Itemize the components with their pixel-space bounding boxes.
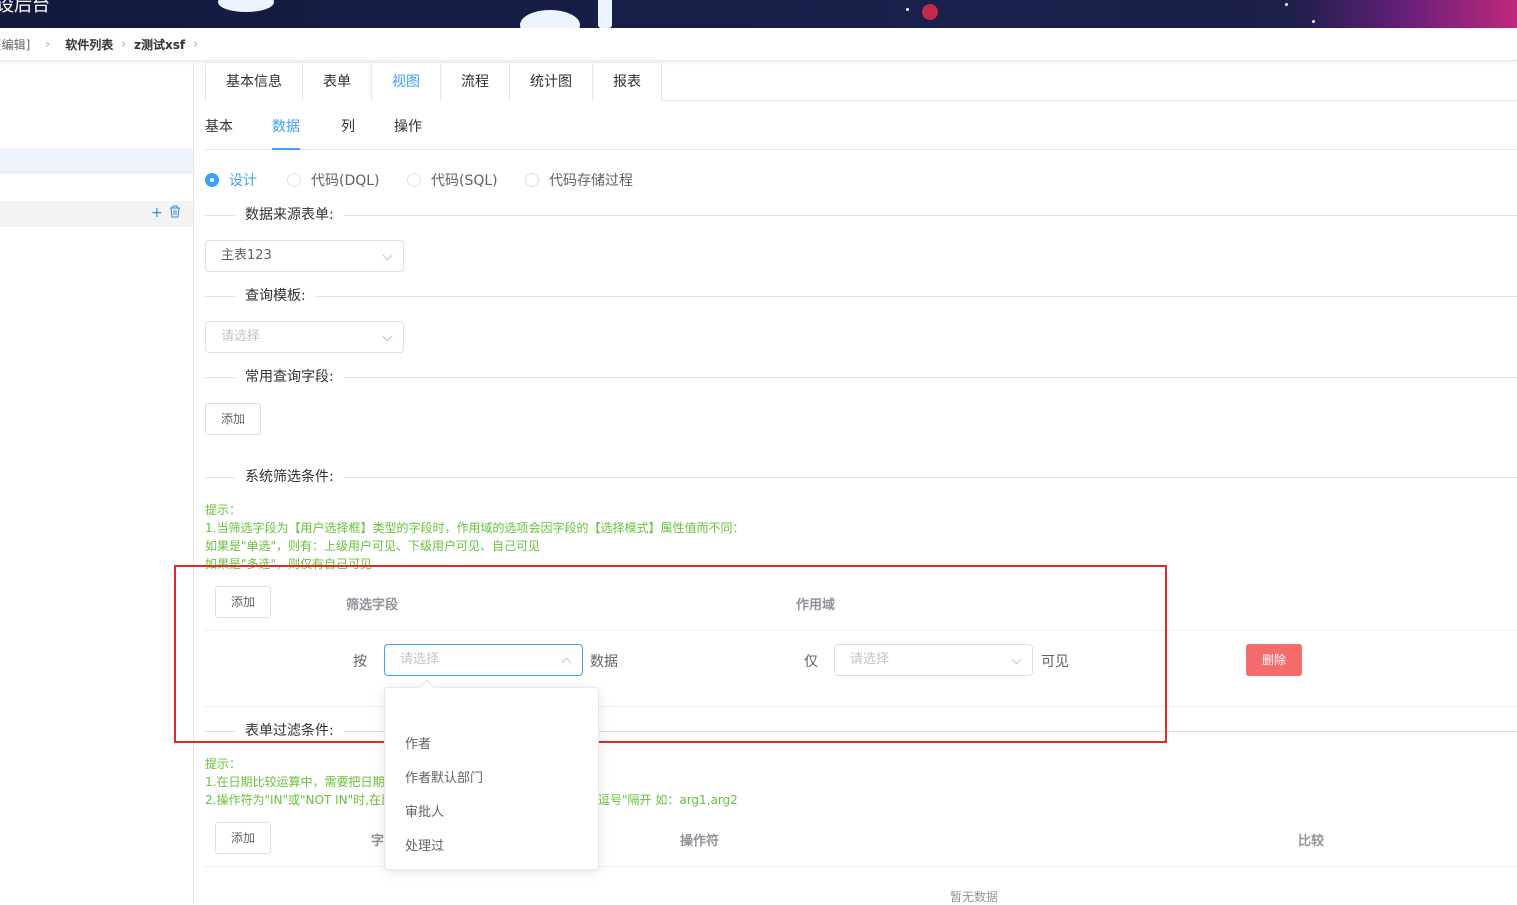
select-placeholder: 请选择: [400, 652, 440, 667]
radio-label: 代码(DQL): [311, 173, 380, 189]
hint-line: 提示：: [205, 757, 242, 771]
delete-filter-button[interactable]: 删除: [1246, 644, 1302, 676]
filter-row-prefix: 按: [353, 654, 367, 670]
chevron-right-icon: ›: [45, 37, 51, 51]
chevron-down-icon: [1011, 654, 1022, 665]
query-template-label: 查询模板:: [235, 287, 316, 305]
filter-row-middle: 数据: [590, 654, 618, 670]
banner-cloud: [218, 0, 274, 12]
banner-cloud: [520, 10, 580, 28]
system-filter-hint: 提示： 1.当筛选字段为【用户选择框】类型的字段时，作用域的选项会因字段的【选择…: [205, 501, 744, 573]
add-icon[interactable]: +: [151, 205, 163, 221]
add-form-filter-button[interactable]: 添加: [215, 822, 271, 854]
sidebar-item-selected[interactable]: [0, 148, 193, 174]
radio-dql[interactable]: 代码(DQL): [287, 170, 380, 190]
section-divider: 常用查询字段:: [205, 368, 1517, 386]
banner-tower: [598, 0, 612, 28]
section-divider: 数据来源表单:: [205, 206, 1517, 224]
dropdown-option-approver[interactable]: 审批人: [385, 796, 598, 830]
scope-prefix: 仅: [804, 654, 818, 670]
radio-sql[interactable]: 代码(SQL): [407, 170, 498, 190]
banner-planet: [922, 4, 938, 20]
radio-dot: [407, 173, 421, 187]
breadcrumb: [编辑] › 软件列表 › z测试xsf ›: [0, 28, 1517, 61]
add-common-field-button[interactable]: 添加: [205, 403, 261, 435]
filter-field-dropdown: 作者 作者默认部门 审批人 处理过: [384, 687, 599, 870]
top-banner: 设后台: [0, 0, 1517, 28]
radio-design[interactable]: 设计: [205, 170, 257, 190]
section-divider: 查询模板:: [205, 287, 1517, 305]
sidebar-item[interactable]: +: [0, 201, 193, 227]
subtab-basic[interactable]: 基本: [205, 110, 233, 150]
dropdown-option-author[interactable]: 作者: [385, 728, 598, 762]
chevron-down-icon: [382, 250, 393, 261]
banner-star: [906, 8, 909, 11]
radio-dot: [205, 173, 219, 187]
tab-chart[interactable]: 统计图: [509, 62, 593, 101]
tab-basic-info[interactable]: 基本信息: [205, 62, 303, 101]
system-filter-label: 系统筛选条件:: [235, 468, 344, 486]
tab-form[interactable]: 表单: [302, 62, 372, 101]
form-filter-label: 表单过滤条件:: [235, 722, 344, 740]
radio-dot: [525, 173, 539, 187]
banner-star: [1312, 20, 1315, 23]
radio-label: 代码存储过程: [549, 173, 633, 189]
subtab-data[interactable]: 数据: [272, 110, 300, 150]
hint-line: 提示：: [205, 503, 242, 517]
filter-field-select[interactable]: 请选择: [384, 644, 583, 676]
column-header-scope: 作用域: [796, 598, 836, 613]
delete-icon[interactable]: [169, 205, 181, 222]
hint-line: 如果是"单选"，则有：上级用户可见、下级用户可见、自己可见: [205, 539, 541, 553]
column-header-operator: 操作符: [680, 834, 720, 849]
section-divider: 系统筛选条件:: [205, 468, 1517, 486]
data-source-select[interactable]: 主表123: [205, 240, 404, 272]
dropdown-option-processed[interactable]: 处理过: [385, 830, 598, 864]
common-fields-label: 常用查询字段:: [235, 368, 344, 386]
hint-line: 2.操作符为"IN"或"NOT IN"时,在比: [205, 793, 393, 807]
breadcrumb-software-list[interactable]: 软件列表: [65, 36, 113, 53]
subtab-columns[interactable]: 列: [341, 110, 355, 150]
chevron-right-icon: ›: [121, 37, 127, 51]
radio-dot: [287, 173, 301, 187]
query-template-select[interactable]: 请选择: [205, 321, 404, 353]
breadcrumb-current[interactable]: z测试xsf: [134, 36, 185, 53]
form-filter-hint-tail: 逗号"隔开 如：arg1,arg2: [598, 793, 738, 807]
tab-report[interactable]: 报表: [592, 62, 662, 101]
hint-line: 如果是"多选"，则仅有自己可见: [205, 557, 373, 571]
sidebar: +: [0, 62, 194, 904]
main-tabs: 基本信息 表单 视图 流程 统计图 报表: [205, 62, 1517, 102]
banner-star: [1285, 3, 1288, 6]
hint-line: 1.当筛选字段为【用户选择框】类型的字段时，作用域的选项会因字段的【选择模式】属…: [205, 521, 745, 535]
select-value: 主表123: [221, 248, 272, 263]
radio-label: 代码(SQL): [431, 173, 498, 189]
radio-label: 设计: [229, 173, 257, 189]
hint-line: 1.在日期比较运算中，需要把日期: [205, 775, 385, 789]
add-system-filter-button[interactable]: 添加: [215, 586, 271, 618]
subtab-actions[interactable]: 操作: [394, 110, 422, 150]
table-divider: [205, 630, 1517, 631]
dropdown-option-author-dept[interactable]: 作者默认部门: [385, 762, 598, 796]
tab-flow[interactable]: 流程: [440, 62, 510, 101]
column-header-filter-field: 筛选字段: [346, 598, 399, 613]
app-title: 设后台: [0, 0, 50, 16]
tab-view[interactable]: 视图: [371, 62, 441, 102]
chevron-up-icon: [561, 657, 572, 668]
chevron-right-icon: ›: [193, 37, 198, 51]
column-header-compare: 比较: [1298, 834, 1325, 849]
sub-tabs: 基本 数据 列 操作: [205, 110, 1517, 150]
dropdown-option-empty[interactable]: [385, 694, 598, 728]
select-placeholder: 请选择: [221, 329, 261, 344]
column-header-field: 字: [371, 834, 385, 849]
empty-data-text: 暂无数据: [950, 890, 999, 904]
radio-stored-procedure[interactable]: 代码存储过程: [525, 170, 633, 190]
select-placeholder: 请选择: [850, 652, 890, 667]
data-source-label: 数据来源表单:: [235, 206, 344, 224]
chevron-down-icon: [382, 331, 393, 342]
breadcrumb-edit[interactable]: [编辑]: [0, 36, 30, 53]
scope-suffix: 可见: [1041, 654, 1069, 670]
form-filter-hint: 提示： 1.在日期比较运算中，需要把日期 2.操作符为"IN"或"NOT IN"…: [205, 755, 393, 809]
scope-select[interactable]: 请选择: [834, 644, 1033, 676]
